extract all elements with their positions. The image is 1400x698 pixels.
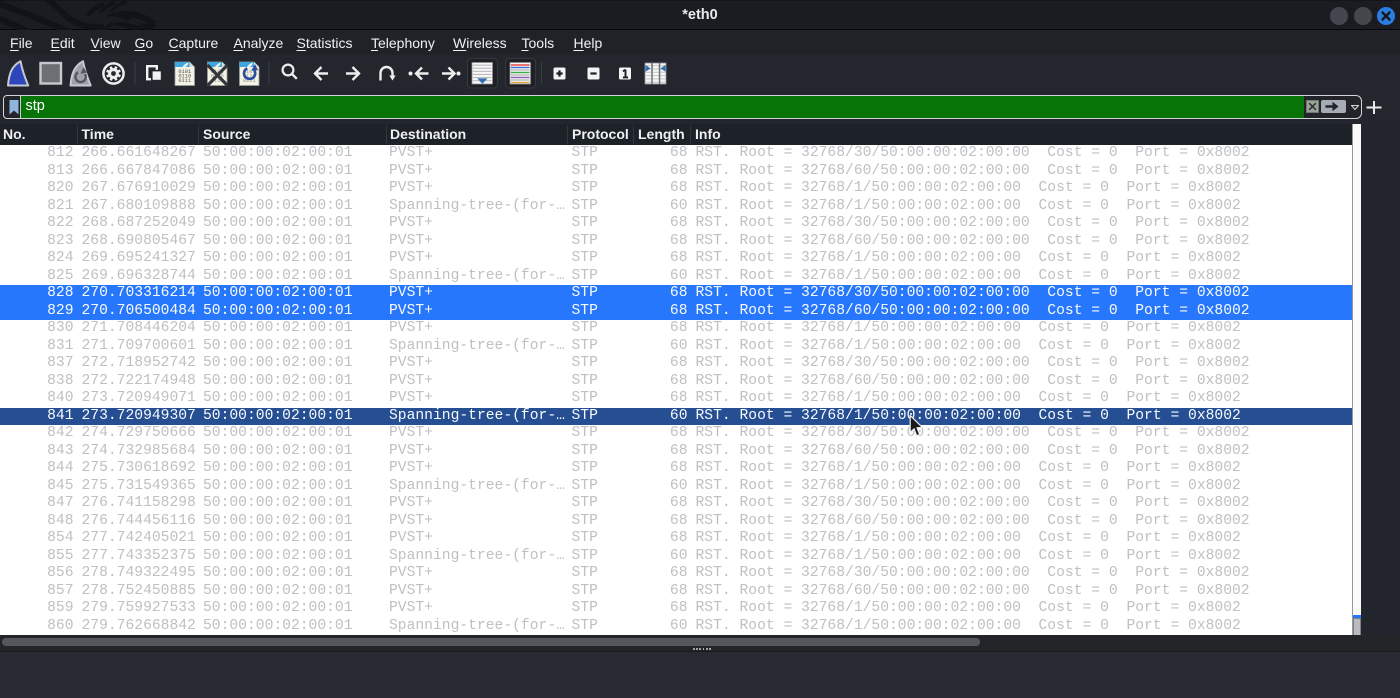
svg-text:0111: 0111 (178, 78, 191, 84)
